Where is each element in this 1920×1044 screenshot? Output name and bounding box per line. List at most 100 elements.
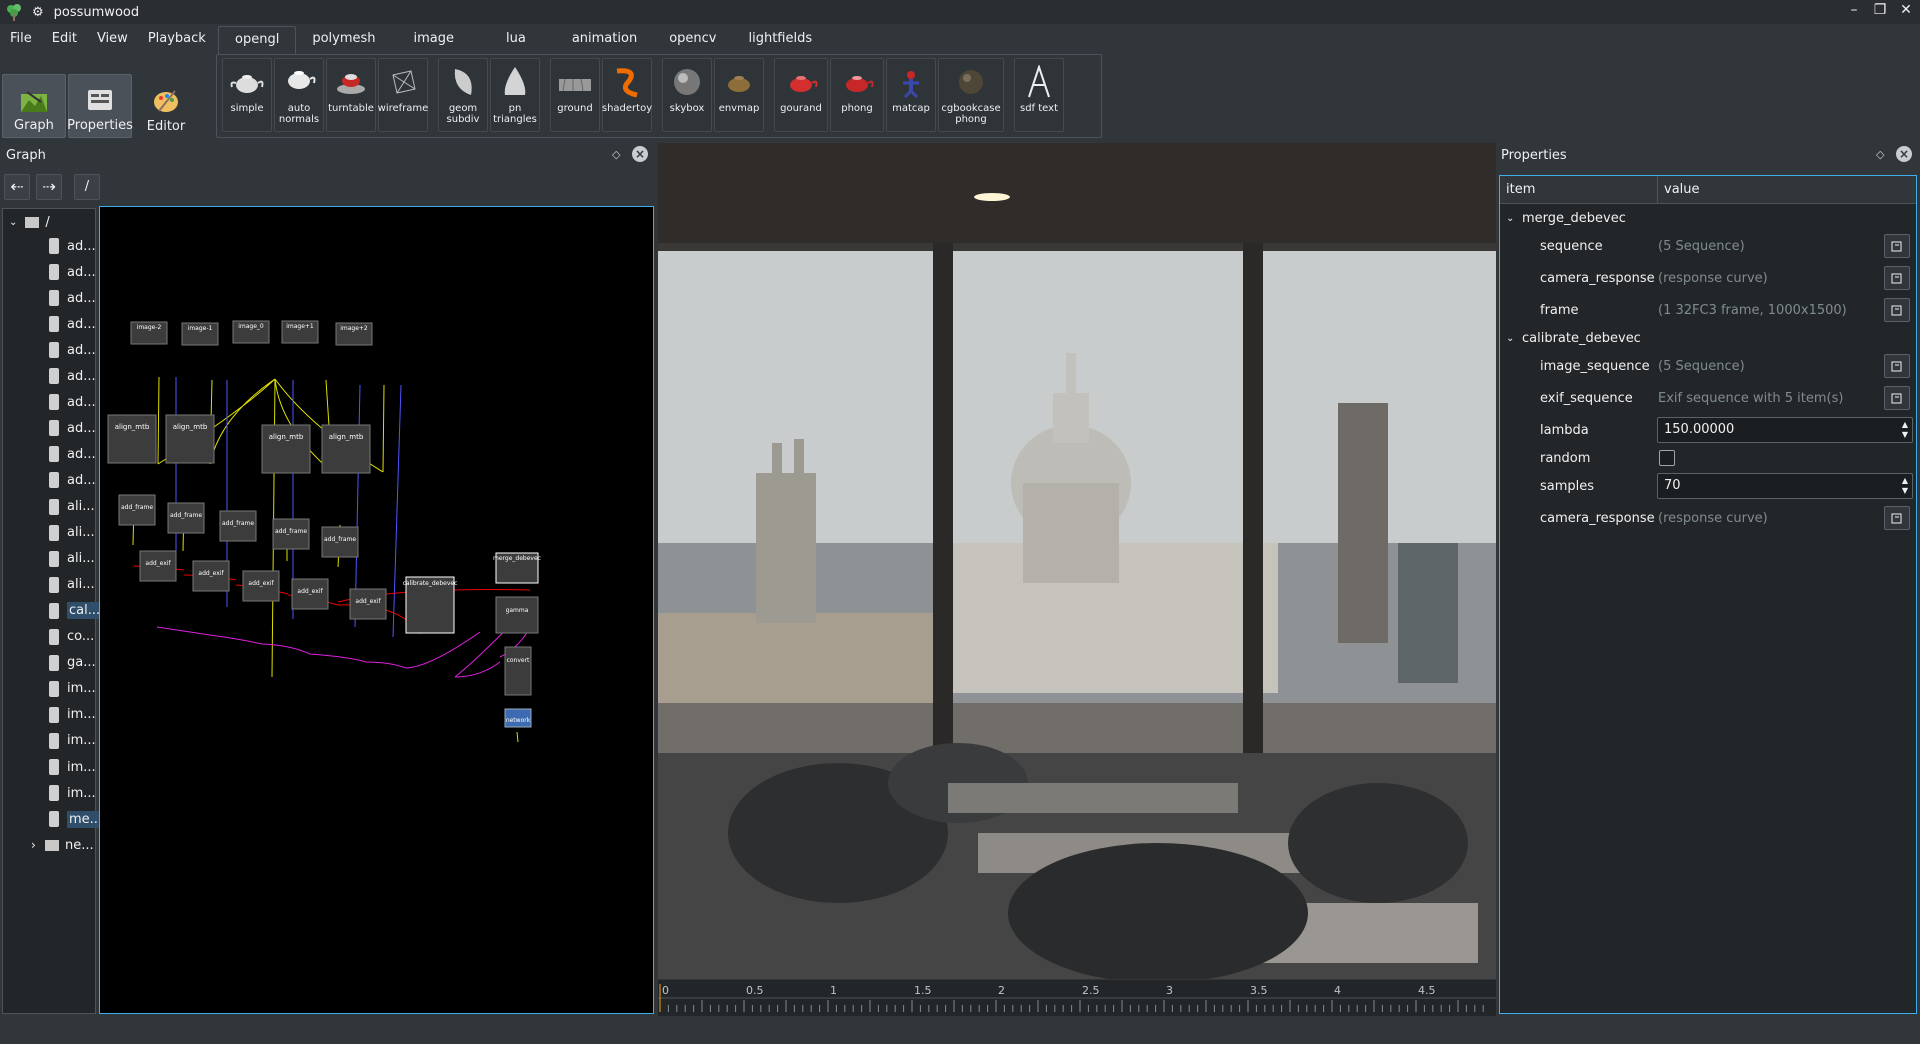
float-panel-icon[interactable]: ◇ — [612, 148, 620, 161]
maximize-button[interactable]: ❐ — [1872, 2, 1888, 18]
tree-item[interactable]: ad... — [3, 443, 96, 465]
chevron-down-icon[interactable]: ⌄ — [1506, 333, 1514, 344]
tree-item[interactable]: ad... — [3, 365, 96, 387]
shelf-turntable[interactable]: turntable — [326, 58, 376, 132]
shelf-envmap[interactable]: envmap — [714, 58, 764, 132]
chevron-down-icon[interactable]: ⌄ — [1506, 213, 1514, 224]
close-panel-icon[interactable]: × — [632, 146, 648, 162]
column-item-header[interactable]: item — [1500, 176, 1658, 203]
shelf-sdf-text[interactable]: sdf text — [1014, 58, 1064, 132]
tree-item[interactable]: me... — [3, 808, 105, 830]
graph-canvas[interactable]: image-2 image-1 image_0 image+1 image+2 … — [99, 206, 654, 1014]
lambda-spinbox[interactable]: 150.00000 ▲ ▼ — [1657, 417, 1913, 443]
3d-viewport[interactable] — [658, 143, 1496, 979]
shelf-skybox[interactable]: skybox — [662, 58, 712, 132]
red-teapot-icon — [790, 76, 818, 92]
float-panel-icon[interactable]: ◇ — [1876, 148, 1884, 161]
node-add-exif-1: add_exif — [145, 560, 171, 567]
prop-row-lambda: lambda 150.00000 ▲ ▼ — [1500, 416, 1916, 444]
timeline[interactable]: 0 0.5 1 1.5 2 2.5 3 3.5 4 4.5 — [658, 980, 1496, 1016]
menu-edit[interactable]: Edit — [42, 28, 87, 50]
tree-item[interactable]: ad... — [3, 417, 96, 439]
node-icon — [49, 472, 59, 489]
edit-button[interactable] — [1884, 298, 1910, 322]
node-graph[interactable]: image-2 image-1 image_0 image+1 image+2 … — [100, 207, 653, 1013]
editor-view-button[interactable]: Editor — [134, 74, 198, 138]
close-panel-icon[interactable]: × — [1896, 146, 1912, 162]
prop-row-camera-response: camera_response (response curve) — [1500, 264, 1916, 292]
tree-item[interactable]: im... — [3, 678, 96, 700]
shelf-geom-subdiv[interactable]: geom subdiv — [438, 58, 488, 132]
shelf-auto-normals[interactable]: auto normals — [274, 58, 324, 132]
tab-animation[interactable]: animation — [556, 26, 653, 54]
tree-item[interactable]: ad... — [3, 287, 96, 309]
chevron-down-icon[interactable]: ⌄ — [9, 217, 17, 228]
tree-item[interactable]: co... — [3, 626, 94, 648]
minimize-button[interactable]: – — [1846, 2, 1862, 18]
status-bar — [0, 1016, 1920, 1044]
title-bar: ⚙ possumwood – ❐ ✕ — [0, 0, 1920, 24]
image-nodes: image-2 image-1 image_0 image+1 image+2 — [130, 320, 373, 346]
graph-view-button[interactable]: Graph — [2, 74, 66, 138]
timeline-ruler[interactable]: 0 0.5 1 1.5 2 2.5 3 3.5 4 4.5 — [658, 980, 1496, 1016]
node-icon — [49, 342, 59, 359]
tree-root[interactable]: ⌄ / — [3, 211, 50, 233]
forward-button[interactable]: ⇢ — [36, 174, 62, 200]
edit-button[interactable] — [1884, 506, 1910, 530]
tree-item[interactable]: ga... — [3, 652, 96, 674]
close-button[interactable]: ✕ — [1898, 2, 1914, 18]
tree-item[interactable]: ali... — [3, 548, 95, 570]
menu-playback[interactable]: Playback — [138, 28, 216, 50]
timeline-tick-label: 0 — [662, 984, 669, 997]
tree-item[interactable]: ad... — [3, 469, 96, 491]
group-merge-debevec[interactable]: ⌄ merge_debevec — [1500, 204, 1916, 232]
shelf-wireframe[interactable]: wireframe — [378, 58, 428, 132]
tree-item[interactable]: ali... — [3, 522, 95, 544]
edit-button[interactable] — [1884, 386, 1910, 410]
shelf-pn-triangles[interactable]: pn triangles — [490, 58, 540, 132]
spin-arrows-icon[interactable]: ▲ ▼ — [1902, 420, 1908, 440]
settings-gear-icon[interactable]: ⚙ — [32, 5, 44, 20]
tree-item[interactable]: im... — [3, 704, 96, 726]
tab-image[interactable]: image — [392, 26, 477, 54]
tree-item[interactable]: im... — [3, 756, 96, 778]
edit-button[interactable] — [1884, 354, 1910, 378]
tree-item[interactable]: ali... — [3, 496, 95, 518]
tab-polymesh[interactable]: polymesh — [296, 26, 391, 54]
chevron-right-icon[interactable]: › — [31, 838, 36, 852]
tree-item[interactable]: ad... — [3, 261, 96, 283]
properties-view-button[interactable]: Properties — [67, 74, 133, 138]
tree-item[interactable]: ad... — [3, 339, 96, 361]
spin-arrows-icon[interactable]: ▲ ▼ — [1902, 476, 1908, 496]
tree-item[interactable]: im... — [3, 782, 96, 804]
tab-opencv[interactable]: opencv — [653, 26, 732, 54]
properties-table: item value ⌄ merge_debevec sequence (5 S… — [1499, 175, 1917, 1014]
tab-lightfields[interactable]: lightfields — [732, 26, 828, 54]
shelf-simple[interactable]: simple — [222, 58, 272, 132]
shelf-phong[interactable]: phong — [830, 58, 884, 132]
shelf-matcap[interactable]: matcap — [886, 58, 936, 132]
tree-item[interactable]: cal... — [3, 600, 103, 622]
column-value-header[interactable]: value — [1658, 176, 1700, 203]
path-button[interactable]: / — [74, 174, 100, 200]
back-button[interactable]: ⇠ — [4, 174, 30, 200]
tree-item[interactable]: im... — [3, 730, 96, 752]
samples-spinbox[interactable]: 70 ▲ ▼ — [1657, 473, 1913, 499]
shelf-ground[interactable]: ground — [550, 58, 600, 132]
tree-item[interactable]: › ne... — [3, 834, 94, 856]
menu-file[interactable]: File — [0, 28, 42, 50]
shelf-shadertoy[interactable]: shadertoy — [602, 58, 652, 132]
tree-item[interactable]: ali... — [3, 574, 95, 596]
random-checkbox[interactable] — [1659, 450, 1675, 466]
shelf-cgbookcase-phong[interactable]: cgbookcase phong — [938, 58, 1004, 132]
group-calibrate-debevec[interactable]: ⌄ calibrate_debevec — [1500, 324, 1916, 352]
tree-item[interactable]: ad... — [3, 313, 96, 335]
menu-view[interactable]: View — [87, 28, 138, 50]
edit-button[interactable] — [1884, 234, 1910, 258]
tab-lua[interactable]: lua — [476, 26, 556, 54]
tab-opengl[interactable]: opengl — [218, 26, 297, 54]
tree-item[interactable]: ad... — [3, 235, 96, 257]
tree-item[interactable]: ad... — [3, 391, 96, 413]
shelf-gourand[interactable]: gourand — [774, 58, 828, 132]
edit-button[interactable] — [1884, 266, 1910, 290]
